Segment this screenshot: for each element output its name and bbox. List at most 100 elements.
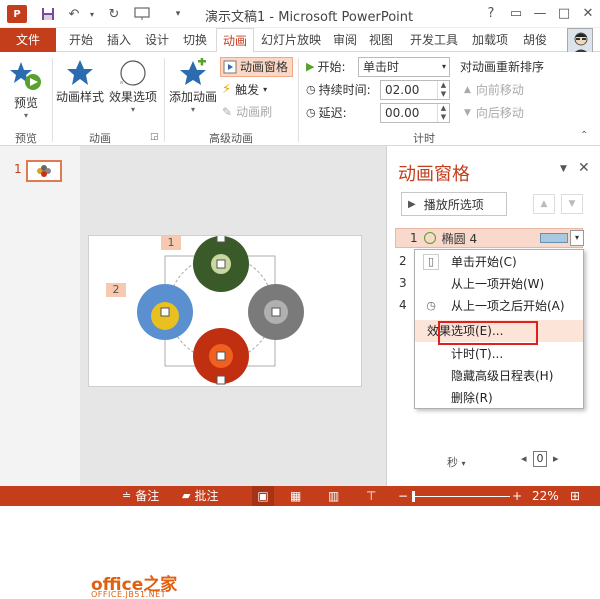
comments-button[interactable]: ▰ 批注 — [182, 486, 218, 506]
undo-dropdown-icon[interactable]: ▾ — [82, 5, 102, 23]
save-icon[interactable] — [38, 5, 58, 23]
account-name[interactable]: 胡俊 — [520, 28, 550, 52]
zoom-in-icon[interactable]: + — [512, 486, 522, 506]
delay-field[interactable]: 00.00 ▲ ▼ — [380, 103, 450, 123]
mouse-icon: ▯ — [423, 254, 439, 270]
notes-button[interactable]: ≐ 备注 — [122, 486, 159, 506]
add-animation-button[interactable]: 添加动画 ▾ — [168, 58, 218, 114]
ribbon: 预览 ▾ 预览 动画样式 效果选项 ▾ 动画 ◲ 添加动画 ▾ 动画窗格 ⚡ 触… — [0, 52, 600, 146]
clock-icon: ◷ — [306, 83, 316, 96]
notes-label: 备注 — [135, 489, 160, 503]
menu-item-hide-timeline[interactable]: 隐藏高级日程表(H) — [415, 365, 583, 387]
customize-qat-icon[interactable]: ▾ — [168, 5, 188, 23]
tab-file[interactable]: 文件 — [0, 28, 56, 52]
menu-item-after-previous[interactable]: ◷ 从上一项之后开始(A) — [415, 295, 583, 317]
slide-thumbnail[interactable] — [26, 160, 62, 182]
tab-transitions[interactable]: 切换 — [178, 28, 212, 52]
slide-sorter-icon[interactable]: ▦ — [290, 486, 301, 506]
comment-icon: ▰ — [182, 489, 191, 502]
animation-pane-label: 动画窗格 — [240, 60, 289, 74]
present-icon[interactable] — [132, 5, 152, 23]
zoom-out-icon[interactable]: − — [398, 486, 408, 506]
zoom-slider[interactable] — [412, 486, 510, 506]
menu-item-label: 从上一项之后开始(A) — [451, 299, 565, 313]
item-number: 3 — [399, 276, 407, 290]
trigger-button[interactable]: ⚡ 触发 ▾ — [222, 80, 267, 100]
tab-developer[interactable]: 开发工具 — [406, 28, 462, 52]
avatar[interactable] — [567, 28, 593, 54]
play-selected-label: 播放所选项 — [423, 197, 484, 212]
animation-item[interactable]: 1 椭圆 4 ▾ — [395, 228, 584, 248]
comments-label: 批注 — [194, 489, 219, 503]
circle-icon — [423, 232, 436, 244]
redo-icon[interactable]: ↻ — [104, 5, 124, 23]
status-bar: ≐ 备注 ▰ 批注 ▣ ▦ ▥ ⊤ − + 22% ⊞ — [0, 486, 600, 506]
powerpoint-logo-icon: P — [7, 5, 27, 23]
duration-text: 持续时间: — [318, 83, 371, 97]
close-button[interactable]: ✕ — [575, 3, 600, 23]
tab-home[interactable]: 开始 — [64, 28, 98, 52]
zoom-track — [412, 490, 510, 502]
pane-options-icon[interactable]: ▼ — [560, 164, 567, 174]
close-icon[interactable]: ✕ — [578, 160, 590, 176]
zoom-level[interactable]: 22% — [532, 486, 559, 506]
group-label-animation: 动画 — [89, 132, 111, 145]
start-label: ▶ 开始: — [306, 57, 346, 77]
move-earlier-button[interactable]: ▲ 向前移动 — [464, 80, 524, 100]
delay-label: ◷ 延迟: — [306, 103, 347, 123]
triangle-up-icon: ▲ — [464, 85, 471, 95]
collapse-ribbon-icon[interactable]: ⌃ — [580, 130, 588, 141]
dialog-launcher-icon[interactable]: ◲ — [150, 132, 159, 142]
chevron-down-icon[interactable]: ▾ — [570, 230, 584, 246]
spinner-icon[interactable]: ▲ ▼ — [437, 81, 449, 99]
add-animation-icon — [180, 58, 206, 85]
timeline-zoom[interactable]: 0 — [533, 451, 547, 467]
ribbon-display-button[interactable]: ▭ — [503, 3, 529, 23]
timeline-right-icon[interactable]: ▸ — [553, 452, 559, 465]
play-selected-button[interactable]: ▶ 播放所选项 — [401, 192, 507, 216]
reading-view-icon[interactable]: ▥ — [328, 486, 339, 506]
animation-pane-button[interactable]: 动画窗格 — [220, 57, 294, 77]
slideshow-icon[interactable]: ⊤ — [366, 486, 376, 506]
maximize-button[interactable]: □ — [551, 3, 577, 23]
menu-item-label: 删除(R) — [451, 391, 493, 405]
help-button[interactable]: ? — [478, 3, 504, 23]
slide-canvas[interactable]: 1 2 — [88, 235, 362, 387]
move-up-button[interactable]: ▲ — [533, 194, 555, 214]
divider — [164, 58, 165, 142]
timeline-unit-label: 秒 — [447, 456, 458, 469]
preview-icon — [10, 62, 41, 90]
menu-item-timing[interactable]: 计时(T)... — [415, 343, 583, 365]
move-later-button[interactable]: ▼ 向后移动 — [464, 103, 524, 123]
effect-options-button[interactable]: 效果选项 ▾ — [108, 58, 158, 114]
menu-item-with-previous[interactable]: 从上一项开始(W) — [415, 273, 583, 295]
duration-value: 02.00 — [385, 83, 420, 97]
title-bar: P ↶ ▾ ↻ ▾ 演示文稿1 - Microsoft PowerPoint ?… — [0, 0, 600, 28]
zoom-thumb[interactable] — [412, 490, 415, 502]
normal-view-icon[interactable]: ▣ — [252, 486, 274, 506]
move-down-button[interactable]: ▼ — [561, 194, 583, 214]
menu-item-start-on-click[interactable]: ▯ 单击开始(C) — [415, 251, 583, 273]
tab-view[interactable]: 视图 — [366, 28, 396, 52]
duration-field[interactable]: 02.00 ▲ ▼ — [380, 80, 450, 100]
tab-animations[interactable]: 动画 — [216, 28, 254, 53]
menu-item-delete[interactable]: 删除(R) — [415, 387, 583, 409]
tab-slideshow[interactable]: 幻灯片放映 — [258, 28, 324, 52]
animation-styles-label: 动画样式 — [56, 90, 105, 104]
tab-insert[interactable]: 插入 — [102, 28, 136, 52]
fit-slide-icon[interactable]: ⊞ — [570, 486, 580, 506]
undo-icon[interactable]: ↶ — [64, 5, 84, 23]
triangle-down-icon: ▼ — [464, 108, 471, 118]
tab-design[interactable]: 设计 — [140, 28, 174, 52]
tab-addins[interactable]: 加载项 — [468, 28, 512, 52]
animation-styles-button[interactable]: 动画样式 — [56, 58, 104, 105]
minimize-button[interactable]: — — [527, 3, 553, 23]
start-select[interactable]: 单击时 ▾ — [358, 57, 450, 77]
tab-review[interactable]: 审阅 — [330, 28, 360, 52]
timeline-unit[interactable]: 秒 ▾ — [447, 454, 466, 470]
spinner-icon[interactable]: ▲ ▼ — [437, 104, 449, 122]
preview-button[interactable]: 预览 ▾ — [6, 58, 46, 120]
timeline-left-icon[interactable]: ◂ — [521, 452, 527, 465]
chevron-down-icon: ▾ — [441, 62, 446, 71]
animation-painter-button[interactable]: ✎ 动画刷 — [222, 102, 272, 122]
